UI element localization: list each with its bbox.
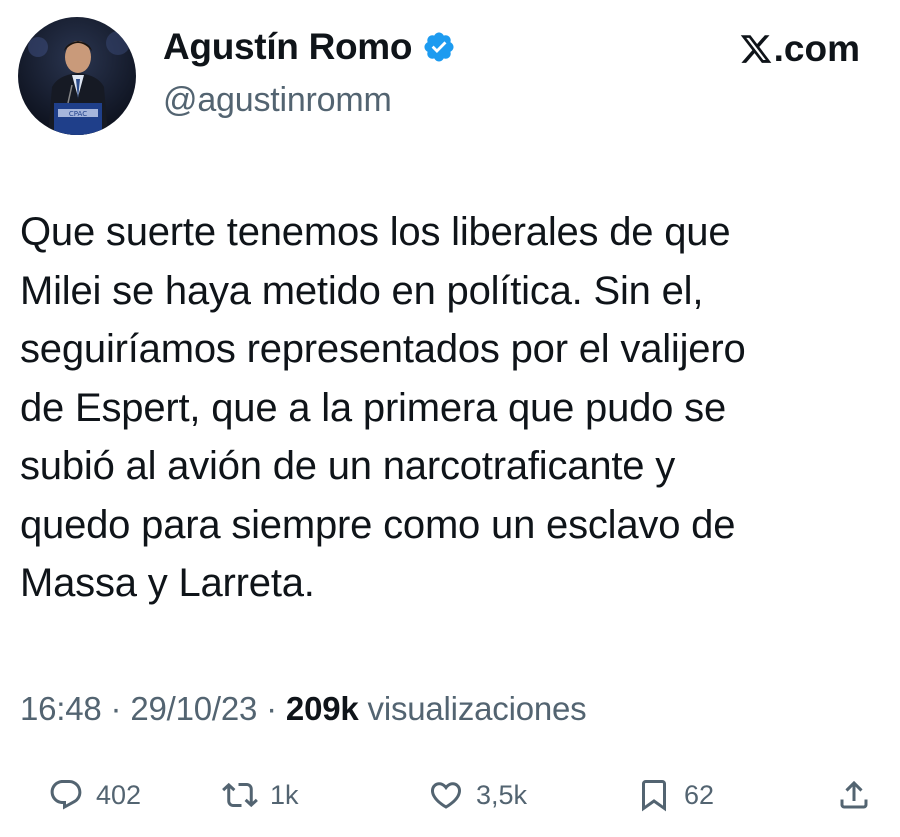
views-label: visualizaciones: [358, 690, 587, 727]
tweet-card: CPAC Agustín Romo @agustinromm .com Que …: [0, 0, 900, 837]
svg-text:CPAC: CPAC: [69, 110, 87, 118]
action-bar: 402 1k 3,5k 62: [0, 770, 900, 820]
tweet-text-line: Que suerte tenemos los liberales de que: [20, 210, 731, 254]
tweet-text: Que suerte tenemos los liberales de que …: [20, 203, 880, 613]
author-name[interactable]: Agustín Romo: [163, 26, 413, 68]
reply-count: 402: [96, 779, 142, 810]
tweet-time[interactable]: 16:48: [20, 690, 102, 727]
like-count: 3,5k: [476, 779, 528, 810]
tweet-text-line: subió al avión de un narcotraficante y: [20, 444, 676, 488]
heart-icon: [430, 782, 462, 809]
retweet-count: 1k: [270, 779, 299, 810]
reply-button[interactable]: 402: [48, 770, 141, 820]
verified-badge-icon: [422, 30, 456, 64]
tweet-text-line: de Espert, que a la primera que pudo se: [20, 385, 726, 430]
share-icon: [840, 780, 868, 809]
retweet-button[interactable]: 1k: [222, 770, 299, 820]
tweet-date[interactable]: 29/10/23: [130, 690, 257, 727]
tweet-text-line: Massa y Larreta.: [20, 561, 315, 605]
bookmark-icon: [642, 780, 666, 812]
bookmark-button[interactable]: 62: [636, 770, 714, 820]
author-handle[interactable]: @agustinromm: [163, 81, 392, 120]
x-logo-icon: [740, 35, 771, 63]
author-name-row[interactable]: Agustín Romo: [163, 26, 456, 68]
meta-separator: ·: [101, 690, 131, 727]
site-label: .com: [739, 28, 860, 70]
meta-separator: ·: [257, 690, 286, 727]
views-count: 209k: [285, 690, 359, 727]
bookmark-count: 62: [684, 779, 715, 810]
retweet-icon: [222, 782, 258, 808]
tweet-text-line: seguiríamos representados por el valijer…: [20, 327, 746, 371]
site-label-text: .com: [773, 28, 860, 69]
tweet-text-line: Milei se haya metido en política. Sin el…: [20, 268, 704, 313]
like-button[interactable]: 3,5k: [428, 770, 527, 820]
avatar[interactable]: CPAC: [18, 17, 136, 135]
share-button[interactable]: [836, 770, 872, 820]
tweet-text-line: quedo para siempre como un esclavo de: [20, 502, 736, 547]
reply-icon: [50, 780, 82, 810]
tweet-meta: 16:48 · 29/10/23 · 209k visualizaciones: [20, 690, 587, 728]
